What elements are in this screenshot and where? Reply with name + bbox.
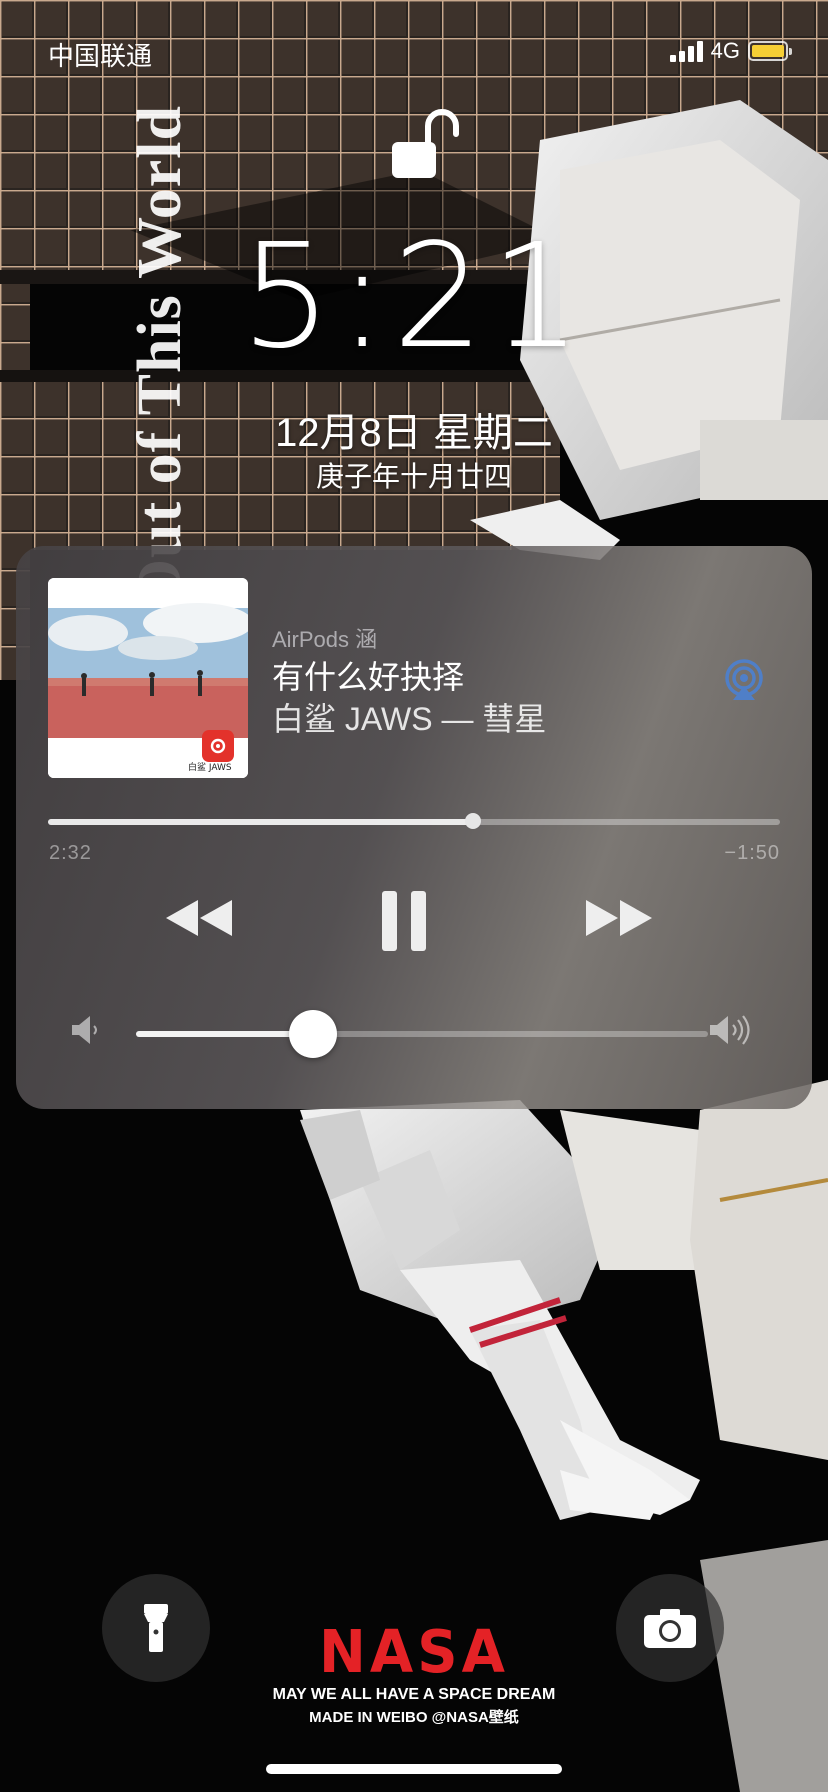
now-playing-widget: 白鲨 JAWS AirPods 涵 有什么好抉择 白鲨 JAWS — 彗星 2:…	[16, 546, 812, 1109]
fast-forward-button[interactable]	[584, 898, 654, 938]
volume-high-icon	[710, 1015, 750, 1045]
playback-progress-bar[interactable]	[48, 813, 780, 829]
pause-button[interactable]	[382, 891, 426, 951]
playback-progress-fill	[48, 819, 473, 825]
wallpaper-tagline: MAY WE ALL HAVE A SPACE DREAM	[272, 1686, 556, 1703]
album-artwork[interactable]: 白鲨 JAWS	[48, 578, 248, 778]
carrier-label: 中国联通	[48, 41, 153, 71]
volume-slider[interactable]	[136, 1010, 708, 1058]
volume-slider-handle[interactable]	[289, 1010, 338, 1058]
fast-forward-icon	[586, 900, 652, 936]
airplay-audio-icon[interactable]	[722, 658, 766, 702]
rewind-button[interactable]	[164, 898, 234, 938]
battery-icon	[748, 41, 792, 61]
volume-slider-fill	[136, 1031, 314, 1037]
playback-scrubber-handle[interactable]	[464, 813, 481, 829]
track-artist-album: 白鲨 JAWS — 彗星	[272, 701, 547, 737]
artwork-caption: 白鲨 JAWS	[188, 761, 232, 773]
wallpaper-credit: MADE IN WEIBO @NASA壁纸	[309, 1709, 519, 1726]
volume-low-icon	[72, 1016, 97, 1044]
music-app-badge-icon	[202, 730, 234, 762]
pause-icon	[382, 891, 426, 951]
home-indicator[interactable]	[266, 1764, 562, 1774]
status-indicators: 4G	[669, 38, 792, 64]
network-type-label: 4G	[710, 38, 740, 63]
nasa-logo: NASA	[319, 1618, 509, 1687]
unlocked-padlock-icon	[392, 109, 459, 178]
track-title: 有什么好抉择	[272, 659, 465, 695]
remaining-time: −1:50	[724, 842, 780, 864]
rewind-icon	[166, 900, 232, 936]
battery-level	[752, 45, 784, 57]
elapsed-time: 2:32	[49, 842, 92, 864]
cellular-signal-icon	[669, 40, 703, 62]
audio-output-device: AirPods 涵	[272, 627, 378, 652]
wallpaper-vertical-text: Out of This World	[126, 105, 194, 608]
